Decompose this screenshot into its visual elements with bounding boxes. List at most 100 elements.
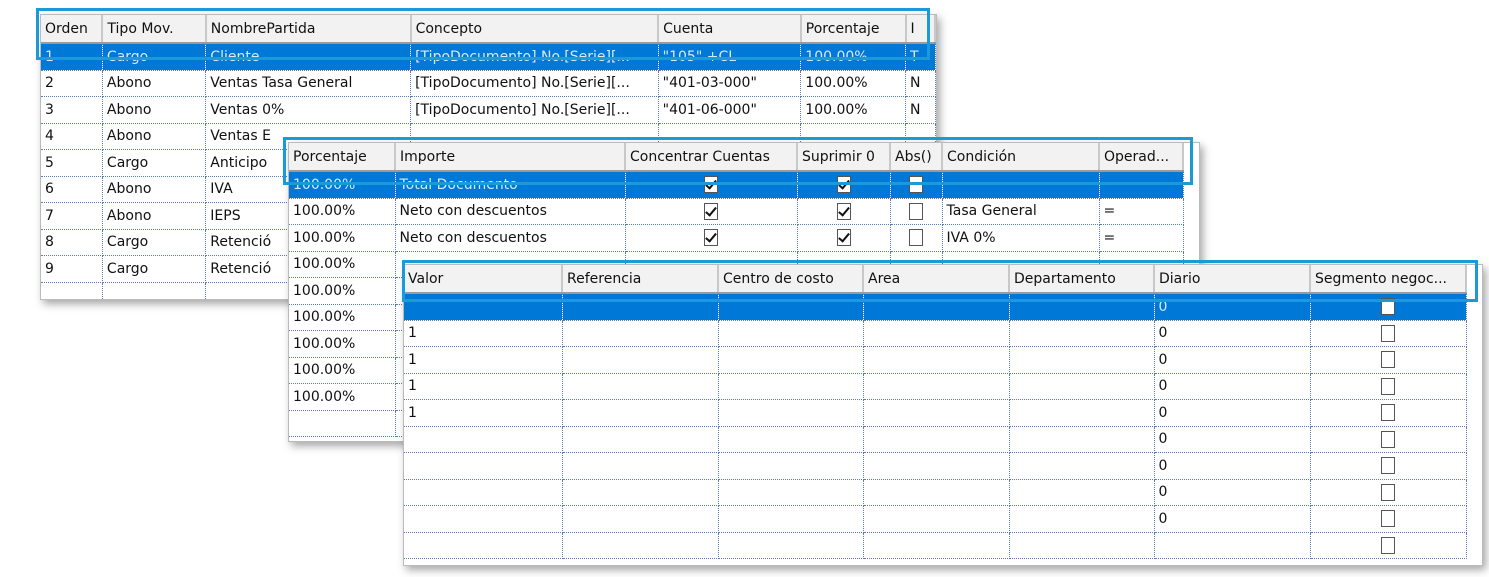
table-row[interactable]: 10 xyxy=(404,373,1467,400)
referencia-cell[interactable] xyxy=(562,320,719,347)
diario-cell[interactable]: 0 xyxy=(1154,293,1311,321)
importe-cell[interactable]: Total Documento xyxy=(395,171,626,199)
column-header-referencia[interactable]: Referencia xyxy=(562,265,719,294)
column-header-tipo-mov[interactable]: Tipo Mov. xyxy=(102,15,207,44)
table-cell[interactable]: Abono xyxy=(102,96,207,124)
valor-cell[interactable] xyxy=(404,505,563,533)
table-row[interactable]: 0 xyxy=(404,452,1467,480)
porcentaje-cell[interactable] xyxy=(289,410,396,437)
departamento-cell[interactable] xyxy=(1009,426,1155,453)
table-row[interactable]: 100.00% Neto con descuentos IVA 0% = xyxy=(289,224,1184,252)
diario-cell[interactable]: 0 xyxy=(1154,505,1311,533)
table-row[interactable]: 1 Cargo Cliente [TipoDocumento] No.[Serie][… xyxy=(41,43,936,71)
referencia-cell[interactable] xyxy=(562,346,719,374)
column-header-concentrar-cuentas[interactable]: Concentrar Cuentas xyxy=(625,143,798,172)
concentrar-cell[interactable] xyxy=(625,198,798,225)
table-row[interactable]: 10 xyxy=(404,320,1467,347)
valor-cell[interactable]: 1 xyxy=(404,399,563,427)
abs-checkbox[interactable] xyxy=(909,176,923,194)
table-cell[interactable] xyxy=(41,282,103,299)
table-cell[interactable]: 1 xyxy=(41,43,103,71)
referencia-cell[interactable] xyxy=(562,452,719,480)
table-row[interactable] xyxy=(404,532,1467,559)
segmento-cell[interactable] xyxy=(1310,373,1467,400)
column-header-valor[interactable]: Valor xyxy=(404,265,563,294)
table-cell[interactable]: 8 xyxy=(41,229,103,256)
suprimir-cell[interactable] xyxy=(797,198,891,225)
departamento-cell[interactable] xyxy=(1009,320,1155,347)
table-row[interactable]: 0 xyxy=(404,479,1467,506)
table-cell[interactable]: Cargo xyxy=(102,229,207,256)
valor-cell[interactable]: 1 xyxy=(404,373,563,400)
table-cell[interactable]: 3 xyxy=(41,96,103,124)
concentrar-cell[interactable] xyxy=(625,171,798,199)
table-cell[interactable]: Cargo xyxy=(102,255,207,283)
column-header-concepto[interactable]: Concepto xyxy=(410,15,660,44)
table-cell[interactable]: "401-03-000" xyxy=(658,70,802,97)
table-cell[interactable]: Abono xyxy=(102,123,207,150)
operador-cell[interactable]: = xyxy=(1099,198,1184,225)
departamento-cell[interactable] xyxy=(1009,505,1155,533)
abs-checkbox[interactable] xyxy=(909,202,923,220)
column-header-orden[interactable]: Orden xyxy=(41,15,104,44)
column-header-cuenta[interactable]: Cuenta xyxy=(658,15,802,44)
table-cell[interactable]: 6 xyxy=(41,176,103,203)
table-cell[interactable] xyxy=(102,282,207,299)
segmento-cell[interactable] xyxy=(1310,426,1467,453)
table-cell[interactable]: T xyxy=(905,43,936,71)
referencia-cell[interactable] xyxy=(562,479,719,506)
segmento-cell[interactable] xyxy=(1310,505,1467,533)
diario-cell[interactable]: 0 xyxy=(1154,479,1311,506)
centro-cell[interactable] xyxy=(718,399,864,427)
porcentaje-cell[interactable]: 100.00% xyxy=(289,304,396,331)
porcentaje-cell[interactable]: 100.00% xyxy=(289,330,396,358)
importe-cell[interactable]: Neto con descuentos xyxy=(395,224,626,252)
concentrar-checkbox[interactable] xyxy=(704,176,718,194)
porcentaje-cell[interactable]: 100.00% xyxy=(289,224,396,252)
valor-cell[interactable] xyxy=(404,293,563,321)
table-cell[interactable]: Abono xyxy=(102,202,207,230)
column-header-abs[interactable]: Abs() xyxy=(890,143,943,172)
referencia-cell[interactable] xyxy=(562,505,719,533)
centro-cell[interactable] xyxy=(718,373,864,400)
departamento-cell[interactable] xyxy=(1009,346,1155,374)
suprimir-checkbox[interactable] xyxy=(836,176,851,194)
departamento-cell[interactable] xyxy=(1009,452,1155,480)
segmento-cell[interactable] xyxy=(1310,293,1467,321)
area-cell[interactable] xyxy=(863,293,1010,321)
table-cell[interactable]: "401-06-000" xyxy=(658,96,802,124)
valor-cell[interactable] xyxy=(404,479,563,506)
area-cell[interactable] xyxy=(863,373,1010,400)
departamento-cell[interactable] xyxy=(1009,373,1155,400)
valor-cell[interactable] xyxy=(404,452,563,480)
departamento-cell[interactable] xyxy=(1009,399,1155,427)
porcentaje-cell[interactable]: 100.00% xyxy=(289,357,396,384)
referencia-cell[interactable] xyxy=(562,532,719,559)
suprimir-cell[interactable] xyxy=(797,171,891,199)
abs-cell[interactable] xyxy=(890,171,943,199)
segmento-checkbox[interactable] xyxy=(1381,298,1395,316)
area-cell[interactable] xyxy=(863,426,1010,453)
segmento-checkbox[interactable] xyxy=(1381,483,1395,501)
table-cell[interactable]: Abono xyxy=(102,70,207,97)
column-header-i[interactable]: I xyxy=(905,15,936,44)
porcentaje-cell[interactable]: 100.00% xyxy=(289,171,396,199)
column-header-porcentaje[interactable]: Porcentaje xyxy=(289,143,396,172)
table-row[interactable]: 10 xyxy=(404,399,1467,427)
segmento-checkbox[interactable] xyxy=(1381,457,1395,475)
segmento-checkbox[interactable] xyxy=(1381,324,1395,342)
segmento-cell[interactable] xyxy=(1310,399,1467,427)
table-cell[interactable]: 100.00% xyxy=(800,70,907,97)
area-cell[interactable] xyxy=(863,505,1010,533)
table-cell[interactable]: N xyxy=(905,70,936,97)
valor-cell[interactable] xyxy=(404,532,563,559)
column-header-importe[interactable]: Importe xyxy=(395,143,626,172)
diario-cell[interactable] xyxy=(1154,532,1311,559)
table-row[interactable]: 0 xyxy=(404,505,1467,533)
table-cell[interactable]: Cargo xyxy=(102,149,207,177)
area-cell[interactable] xyxy=(863,399,1010,427)
table-cell[interactable]: Ventas Tasa General xyxy=(205,70,412,97)
abs-checkbox[interactable] xyxy=(909,229,923,247)
condicion-cell[interactable]: Tasa General xyxy=(942,198,1100,225)
table-cell[interactable]: 5 xyxy=(41,149,103,177)
